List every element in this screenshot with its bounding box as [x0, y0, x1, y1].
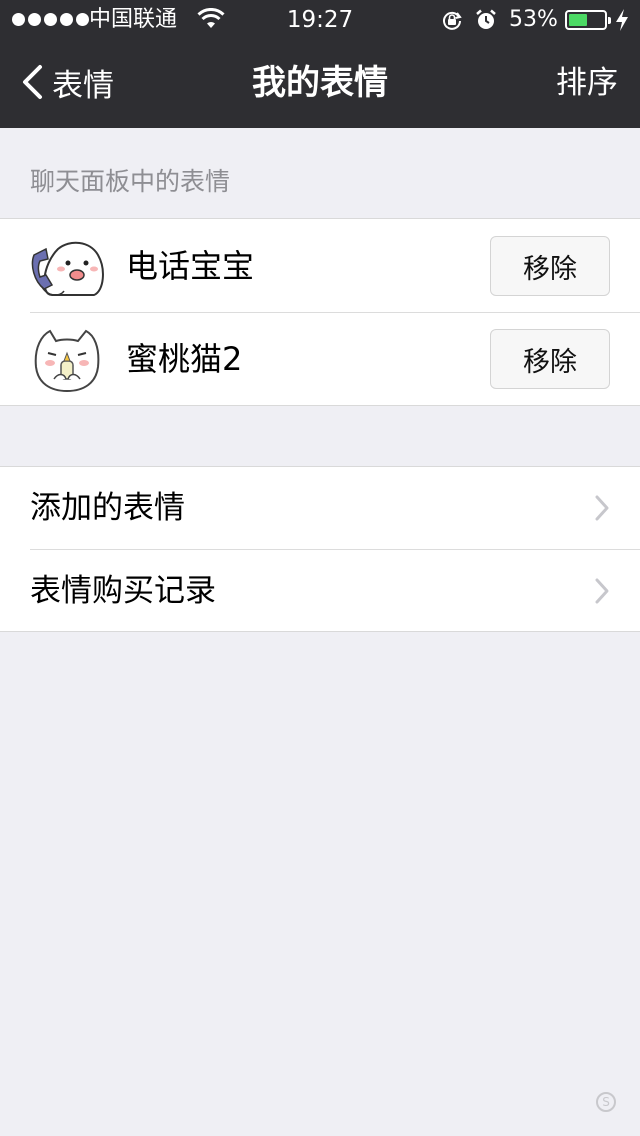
chevron-right-icon — [595, 495, 609, 521]
settings-menu: 添加的表情 表情购买记录 — [0, 466, 640, 632]
menu-item-label: 表情购买记录 — [30, 573, 216, 609]
battery-percent: 53% — [509, 7, 558, 32]
phone-baby-sticker-icon — [31, 241, 104, 296]
sticker-row-phone-baby: 电话宝宝 移除 — [0, 219, 640, 312]
peach-cat-sticker-icon — [34, 329, 100, 393]
charging-bolt-icon — [616, 9, 628, 31]
sticker-list: 电话宝宝 移除 蜜桃猫2 移除 — [0, 218, 640, 406]
battery-icon — [565, 10, 611, 30]
sticker-name: 电话宝宝 — [126, 247, 255, 285]
page-title: 我的表情 — [252, 63, 388, 103]
section-header: 聊天面板中的表情 — [30, 167, 231, 196]
screen: 中国联通 19:27 53% 表情 我的表情 排序 聊天面板中的表情 电话宝宝 … — [0, 0, 640, 1136]
chevron-right-icon — [595, 578, 609, 604]
menu-item-label: 添加的表情 — [30, 490, 185, 526]
sticker-name: 蜜桃猫2 — [126, 340, 243, 378]
menu-item-added-stickers[interactable]: 添加的表情 — [0, 467, 640, 549]
watermark: S — [596, 1092, 616, 1112]
alarm-icon — [476, 9, 496, 29]
status-bar: 中国联通 19:27 53% — [0, 0, 640, 40]
sticker-row-peach-cat: 蜜桃猫2 移除 — [0, 312, 640, 405]
remove-button[interactable]: 移除 — [490, 236, 610, 296]
remove-button[interactable]: 移除 — [490, 329, 610, 389]
watermark-logo-icon: S — [596, 1092, 616, 1112]
sort-button[interactable]: 排序 — [556, 61, 618, 105]
navigation-bar: 表情 我的表情 排序 — [0, 40, 640, 128]
rotation-lock-icon — [443, 11, 462, 30]
menu-item-purchase-history[interactable]: 表情购买记录 — [30, 549, 640, 631]
top-bar: 中国联通 19:27 53% 表情 我的表情 排序 — [0, 0, 640, 128]
